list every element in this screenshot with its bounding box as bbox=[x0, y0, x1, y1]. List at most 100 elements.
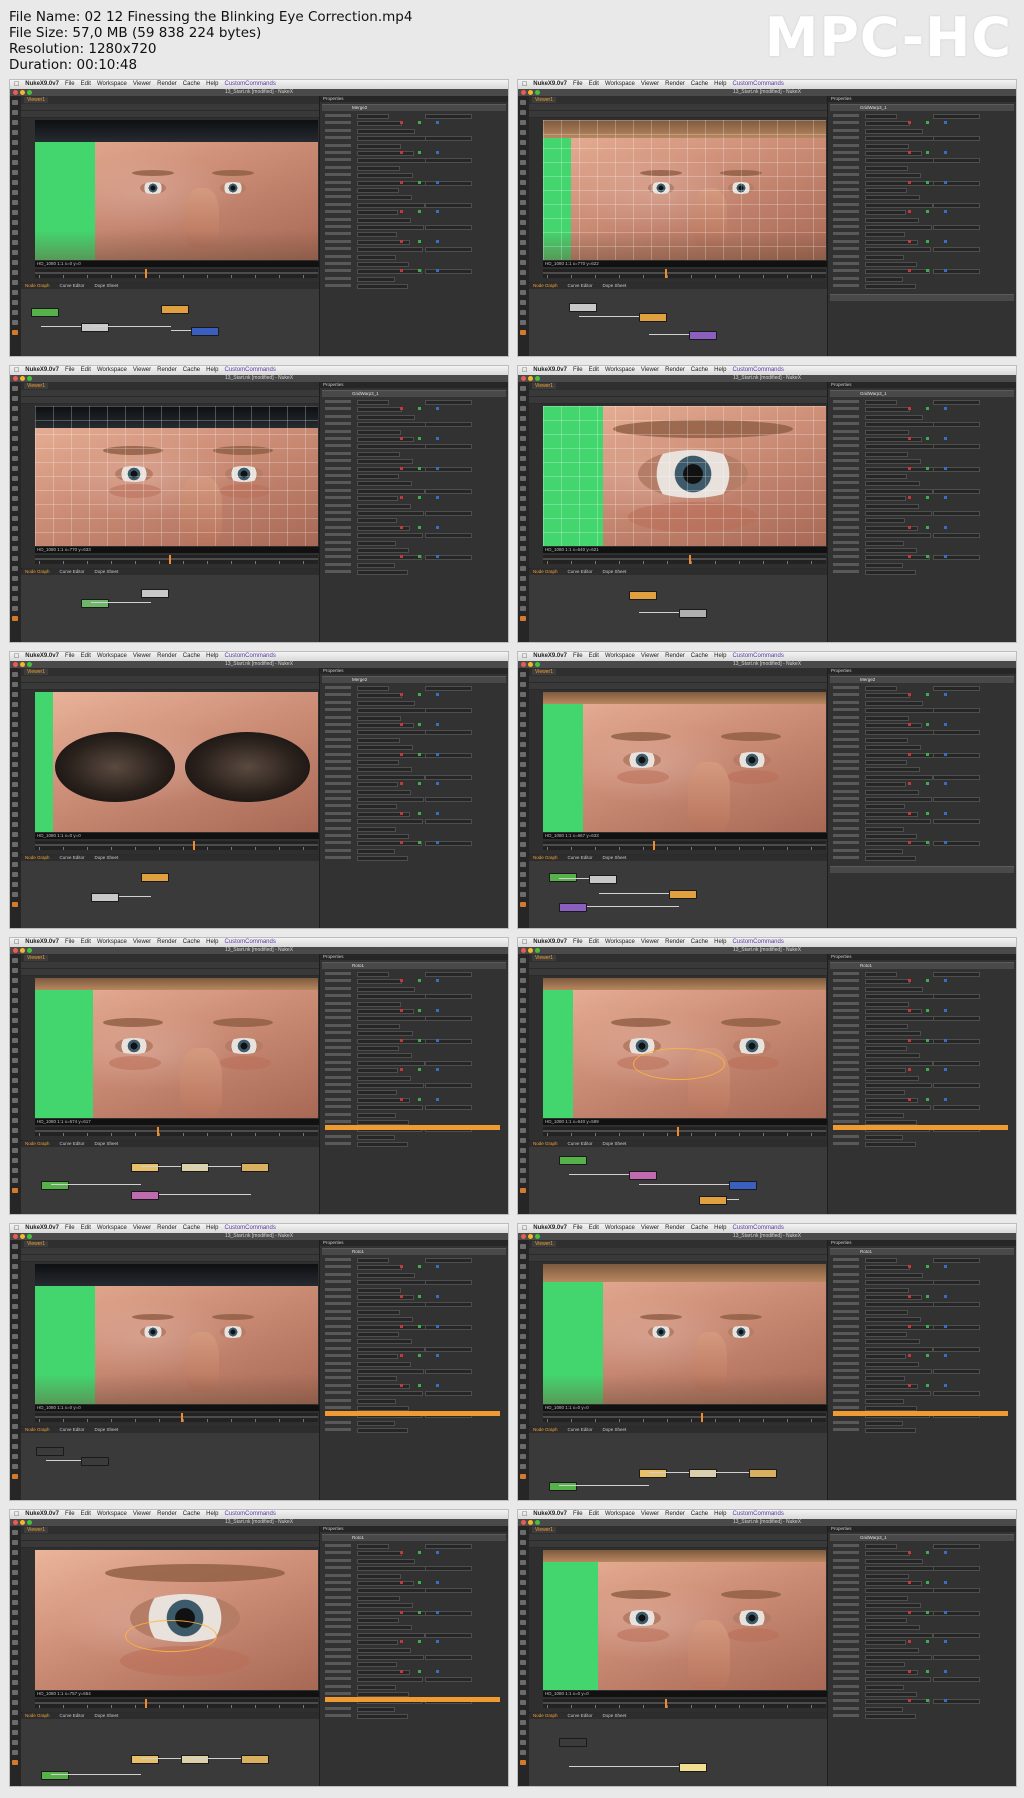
channel-checkbox[interactable] bbox=[908, 1324, 911, 1328]
property-field[interactable] bbox=[865, 1632, 933, 1638]
viewer-toolbar-second[interactable] bbox=[529, 111, 827, 118]
property-row[interactable] bbox=[325, 437, 504, 442]
tool-icon[interactable] bbox=[12, 220, 18, 225]
property-field[interactable] bbox=[865, 422, 936, 428]
property-field-secondary[interactable] bbox=[425, 511, 472, 516]
menu-item-workspace[interactable]: Workspace bbox=[605, 80, 635, 89]
menu-item-edit[interactable]: Edit bbox=[589, 938, 599, 947]
minimize-window-icon[interactable] bbox=[20, 90, 25, 95]
channel-checkbox[interactable] bbox=[944, 782, 947, 786]
property-row[interactable] bbox=[325, 797, 504, 802]
property-row[interactable] bbox=[325, 1677, 504, 1683]
property-row[interactable] bbox=[833, 496, 1012, 502]
tool-icon[interactable] bbox=[12, 1284, 18, 1289]
property-row[interactable] bbox=[833, 841, 1012, 847]
menu-item-help[interactable]: Help bbox=[206, 80, 218, 89]
tool-icon[interactable] bbox=[520, 712, 526, 717]
property-field[interactable] bbox=[865, 1134, 903, 1140]
property-field[interactable] bbox=[357, 1662, 397, 1668]
close-window-icon[interactable] bbox=[13, 90, 18, 95]
property-field[interactable] bbox=[865, 1369, 932, 1374]
property-field[interactable] bbox=[357, 1016, 427, 1022]
menu-item-edit[interactable]: Edit bbox=[589, 1510, 599, 1519]
property-row[interactable] bbox=[325, 1016, 504, 1022]
tool-icon[interactable] bbox=[520, 250, 526, 255]
channel-checkbox[interactable] bbox=[944, 555, 947, 559]
property-row[interactable] bbox=[833, 708, 1012, 714]
node-block[interactable] bbox=[589, 875, 617, 884]
tab-dope-sheet[interactable]: Dope Sheet bbox=[603, 1427, 627, 1432]
property-field-secondary[interactable] bbox=[425, 1655, 472, 1660]
selected-layer-row[interactable] bbox=[325, 1125, 500, 1130]
property-field-secondary[interactable] bbox=[933, 1677, 980, 1683]
tool-icon[interactable] bbox=[520, 978, 526, 983]
property-field-secondary[interactable] bbox=[933, 444, 980, 450]
tool-icon[interactable] bbox=[520, 456, 526, 461]
property-field[interactable] bbox=[865, 136, 936, 142]
property-field[interactable] bbox=[357, 1142, 408, 1148]
property-field[interactable] bbox=[865, 1581, 922, 1586]
menu-item-cache[interactable]: Cache bbox=[691, 1224, 708, 1233]
channel-checkbox[interactable] bbox=[944, 1038, 947, 1042]
property-field[interactable] bbox=[865, 1684, 904, 1690]
tool-icon[interactable] bbox=[12, 1028, 18, 1033]
viewer-toolbar-top[interactable] bbox=[529, 676, 827, 683]
timeline-track[interactable] bbox=[35, 844, 318, 846]
node-block[interactable] bbox=[31, 308, 59, 317]
tool-icon[interactable] bbox=[12, 446, 18, 451]
timeline-playhead[interactable] bbox=[145, 1699, 147, 1708]
property-field[interactable] bbox=[865, 158, 935, 164]
property-field[interactable] bbox=[865, 1302, 935, 1308]
property-field[interactable] bbox=[865, 1428, 916, 1434]
property-row[interactable] bbox=[325, 804, 504, 810]
property-row[interactable] bbox=[325, 1023, 504, 1029]
tab-node-graph[interactable]: Node Graph bbox=[533, 855, 558, 860]
tab-curve-editor[interactable]: Curve Editor bbox=[568, 855, 593, 860]
menu-item-customcommands[interactable]: CustomCommands bbox=[732, 1224, 783, 1233]
apple-icon[interactable]:  bbox=[522, 1224, 527, 1233]
timeline-playhead[interactable] bbox=[193, 841, 195, 850]
tool-icon[interactable] bbox=[520, 1600, 526, 1605]
menu-item-viewer[interactable]: Viewer bbox=[641, 366, 659, 375]
property-row[interactable] bbox=[833, 1272, 1012, 1278]
property-row[interactable] bbox=[833, 1001, 1012, 1007]
menu-item-file[interactable]: File bbox=[573, 80, 583, 89]
channel-checkbox[interactable] bbox=[944, 151, 947, 154]
tool-icon[interactable] bbox=[12, 1088, 18, 1093]
property-field-secondary[interactable] bbox=[933, 466, 980, 472]
property-row[interactable] bbox=[833, 1060, 1012, 1066]
tool-icon[interactable] bbox=[12, 416, 18, 421]
tool-icon[interactable] bbox=[520, 290, 526, 295]
property-row[interactable] bbox=[833, 767, 1012, 773]
property-field[interactable] bbox=[865, 225, 932, 230]
tool-icon[interactable] bbox=[12, 1098, 18, 1103]
tab-curve-editor[interactable]: Curve Editor bbox=[60, 1427, 85, 1432]
node-block[interactable] bbox=[36, 1447, 64, 1456]
timeline[interactable] bbox=[35, 841, 318, 850]
tool-icon[interactable] bbox=[12, 526, 18, 531]
tool-icon[interactable] bbox=[520, 792, 526, 797]
property-row[interactable] bbox=[325, 1581, 504, 1586]
tool-icon[interactable] bbox=[12, 822, 18, 827]
tool-icon[interactable] bbox=[12, 616, 18, 621]
property-field[interactable] bbox=[865, 1265, 910, 1271]
property-row[interactable] bbox=[325, 1309, 504, 1315]
property-row[interactable] bbox=[833, 1120, 1012, 1125]
menu-item-cache[interactable]: Cache bbox=[183, 80, 200, 89]
channel-checkbox[interactable] bbox=[926, 1295, 929, 1298]
channel-checkbox[interactable] bbox=[418, 180, 421, 184]
property-field-secondary[interactable] bbox=[425, 247, 472, 253]
property-row[interactable] bbox=[325, 1112, 504, 1118]
tool-icon[interactable] bbox=[520, 230, 526, 235]
tool-icon[interactable] bbox=[12, 1750, 18, 1755]
tool-icon[interactable] bbox=[12, 1620, 18, 1625]
property-row[interactable] bbox=[833, 1714, 1012, 1720]
property-field[interactable] bbox=[865, 782, 906, 788]
property-field[interactable] bbox=[865, 496, 906, 502]
property-field[interactable] bbox=[865, 686, 897, 691]
property-row[interactable] bbox=[325, 1603, 504, 1609]
property-field-secondary[interactable] bbox=[933, 1346, 980, 1352]
channel-checkbox[interactable] bbox=[418, 1068, 421, 1072]
property-row[interactable] bbox=[833, 1640, 1012, 1646]
tool-icon[interactable] bbox=[520, 842, 526, 847]
